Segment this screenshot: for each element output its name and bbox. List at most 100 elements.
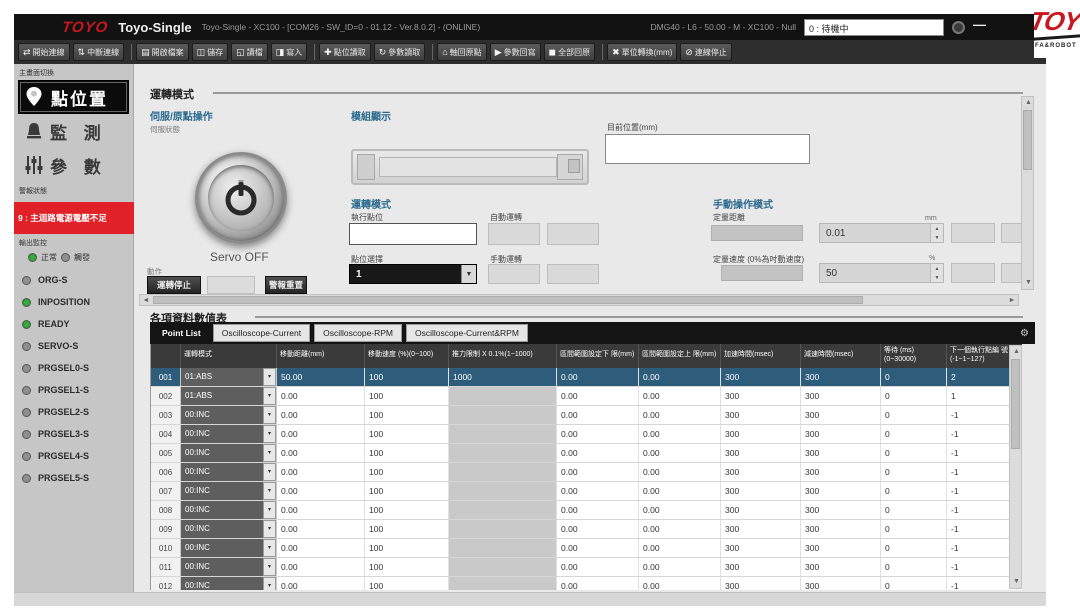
table-cell[interactable] [449,425,557,443]
sidebar-item-點位置[interactable]: 點位置 [18,80,129,114]
table-cell[interactable]: 300 [721,387,801,405]
table-cell[interactable]: 300 [721,482,801,500]
table-cell[interactable] [449,558,557,576]
tab-oscilloscope-current-rpm[interactable]: Oscilloscope-Current&RPM [406,324,528,342]
jog-minus-button[interactable] [951,223,995,243]
stepper-arrows-icon[interactable]: ▲▼ [930,264,943,282]
distance-stepper[interactable]: 0.01 ▲▼ [819,223,944,243]
table-cell[interactable]: 0.00 [277,577,365,591]
table-cell[interactable]: 300 [721,368,801,386]
table-cell[interactable]: 0.00 [557,520,639,538]
table-cell[interactable]: 100 [365,520,449,538]
table-row[interactable]: 00201:ABS▾0.001000.000.0030030001 [151,387,1022,406]
table-row[interactable]: 00101:ABS▾50.0010010000.000.0030030002 [151,368,1022,387]
sidebar-item-監測[interactable]: 監 測 [18,114,129,148]
run-stop-button[interactable]: 運轉停止 [147,276,201,294]
gear-icon[interactable]: ⚙ [1020,328,1029,339]
alarm-reset-button[interactable]: 警報重置 [265,276,307,294]
toolbar-button-connect[interactable]: ⇄開始連線 [18,43,70,61]
toolbar-button-save[interactable]: ◫儲存 [192,43,229,61]
table-cell[interactable]: 300 [801,463,881,481]
auto-run-reverse-button[interactable] [547,223,599,245]
mode-dropdown-button[interactable]: ▾ [263,577,276,591]
table-cell[interactable]: 100 [365,368,449,386]
mode-dropdown-button[interactable]: ▾ [263,501,276,519]
table-cell[interactable]: 300 [801,577,881,591]
table-cell[interactable]: 0 [881,387,947,405]
table-cell[interactable]: 100 [365,577,449,591]
table-row[interactable]: 01000:INC▾0.001000.000.003003000-1 [151,539,1022,558]
table-cell[interactable]: 0.00 [557,539,639,557]
table-row[interactable]: 00500:INC▾0.001000.000.003003000-1 [151,444,1022,463]
top-vertical-scrollbar[interactable]: ▲ ▼ [1021,96,1034,290]
table-cell[interactable] [449,520,557,538]
mode-dropdown-button[interactable]: ▾ [263,406,276,424]
table-cell[interactable]: 1000 [449,368,557,386]
table-cell[interactable]: 0 [881,425,947,443]
speed-minus-button[interactable] [951,263,995,283]
stepper-arrows-icon[interactable]: ▲▼ [930,224,943,242]
mode-dropdown-button[interactable]: ▾ [263,463,276,481]
toolbar-button-param-read[interactable]: ↻參數讀取 [374,43,426,61]
table-cell[interactable]: 300 [801,368,881,386]
manual-run-reverse-button[interactable] [547,264,599,284]
table-cell[interactable]: 0.00 [557,406,639,424]
table-cell[interactable]: 100 [365,406,449,424]
table-cell[interactable]: 0.00 [557,577,639,591]
table-cell[interactable]: 0.00 [639,482,721,500]
table-cell[interactable] [449,444,557,462]
current-position-field[interactable] [605,134,810,164]
table-cell[interactable] [449,406,557,424]
table-cell[interactable]: 0.00 [557,482,639,500]
table-cell[interactable]: 0 [881,444,947,462]
table-cell[interactable]: 0.00 [639,406,721,424]
table-cell[interactable]: 300 [801,501,881,519]
table-cell[interactable]: 0.00 [557,463,639,481]
table-cell[interactable]: 0.00 [557,368,639,386]
top-horizontal-scrollbar[interactable]: ◄ ► [139,294,1019,306]
table-cell[interactable]: 300 [721,463,801,481]
table-cell[interactable] [449,539,557,557]
toolbar-button-open-file[interactable]: ▤開啟檔案 [136,43,189,61]
machine-status-field[interactable]: 0 : 待機中 [804,19,944,36]
table-row[interactable]: 01200:INC▾0.001000.000.003003000-1 [151,577,1022,591]
tab-oscilloscope-current[interactable]: Oscilloscope-Current [213,324,310,342]
table-cell[interactable]: 300 [721,520,801,538]
table-cell[interactable]: 100 [365,444,449,462]
servo-power-button[interactable] [195,152,287,244]
table-cell[interactable]: 0.00 [277,425,365,443]
table-cell[interactable]: 0.00 [277,482,365,500]
table-row[interactable]: 00800:INC▾0.001000.000.003003000-1 [151,501,1022,520]
table-cell[interactable]: 0 [881,368,947,386]
mode-dropdown-button[interactable]: ▾ [263,539,276,557]
table-cell[interactable] [449,463,557,481]
table-cell[interactable]: 300 [801,558,881,576]
mode-dropdown-button[interactable]: ▾ [263,387,276,405]
table-cell[interactable]: 100 [365,463,449,481]
table-cell[interactable]: 0.00 [639,577,721,591]
table-cell[interactable]: 0.00 [557,387,639,405]
table-cell[interactable]: 0 [881,577,947,591]
table-cell[interactable]: 0 [881,558,947,576]
table-cell[interactable]: 0.00 [277,558,365,576]
table-cell[interactable]: 300 [801,406,881,424]
table-cell[interactable]: 0 [881,501,947,519]
table-cell[interactable]: 100 [365,387,449,405]
speed-stepper[interactable]: 50 ▲▼ [819,263,944,283]
table-cell[interactable]: 0.00 [639,539,721,557]
table-cell[interactable] [449,482,557,500]
table-cell[interactable]: 300 [801,444,881,462]
table-cell[interactable]: 300 [721,558,801,576]
minimize-button[interactable]: — [973,17,986,32]
table-cell[interactable]: 0.00 [639,558,721,576]
table-cell[interactable]: 300 [721,577,801,591]
table-cell[interactable]: 0.00 [277,520,365,538]
table-cell[interactable]: 100 [365,539,449,557]
toolbar-button-home-axis[interactable]: ⌂軸回原點 [437,43,486,61]
table-cell[interactable]: 0.00 [277,444,365,462]
mode-dropdown-button[interactable]: ▾ [263,368,276,386]
exec-point-field[interactable] [349,223,477,245]
table-cell[interactable]: 0.00 [639,501,721,519]
table-cell[interactable]: 300 [721,444,801,462]
mode-dropdown-button[interactable]: ▾ [263,444,276,462]
